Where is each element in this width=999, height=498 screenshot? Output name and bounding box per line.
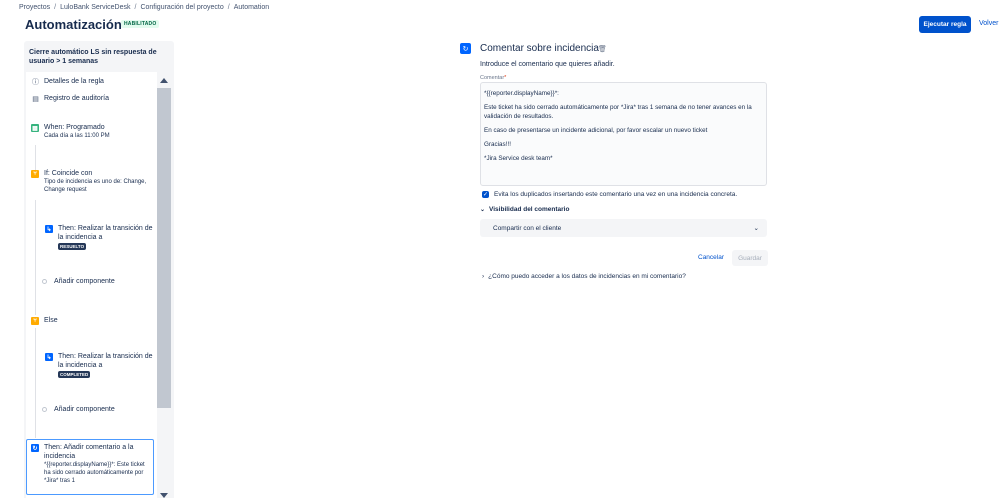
rule-details-label: Detalles de la regla (44, 78, 104, 85)
rule-name: Cierre automático LS sin respuesta de us… (29, 49, 157, 65)
chevron-down-icon: ⌄ (753, 225, 759, 232)
connector-line (35, 200, 36, 315)
add-component-button[interactable]: Añadir componente (42, 406, 115, 413)
dedupe-checkbox-label: Evita los duplicados insertando este com… (494, 191, 738, 198)
transition-step-completed[interactable]: ↳ Then: Realizar la transición de la inc… (45, 352, 153, 378)
add-component-button[interactable]: Añadir componente (42, 278, 115, 285)
trigger-step[interactable]: ▦ When: Programado Cada día a las 11:00 … (31, 123, 151, 140)
breadcrumb-separator: / (134, 4, 137, 11)
breadcrumb-separator: / (54, 4, 57, 11)
else-step[interactable]: ⑂ Else (31, 316, 151, 325)
audit-log-label: Registro de auditoría (44, 95, 109, 102)
rule-panel: Cierre automático LS sin respuesta de us… (24, 41, 174, 498)
add-component-label: Añadir componente (54, 406, 115, 413)
comment-field-label: Comentar* (480, 75, 506, 81)
breadcrumb-automation[interactable]: Automation (234, 4, 269, 11)
audit-log-item[interactable]: ▤ Registro de auditoría (32, 95, 109, 103)
comment-line: *Jira Service desk team* (484, 155, 553, 162)
comment-line: Gracias!!! (484, 141, 511, 148)
comment-step[interactable]: ↻ Then: Añadir comentario a la incidenci… (31, 443, 149, 485)
cancel-button[interactable]: Cancelar (698, 254, 724, 261)
scrollbar-thumb[interactable] (157, 88, 171, 408)
faq-expander[interactable]: › ¿Cómo puedo acceder a los datos de inc… (482, 273, 686, 280)
editor-description: Introduce el comentario que quieres añad… (480, 61, 615, 68)
condition-subtitle: Tipo de incidencia es uno de: Change, Ch… (44, 179, 147, 193)
comment-line: *{{reporter.displayName}}*: (484, 90, 559, 97)
condition-title: If: Coincide con (44, 170, 93, 177)
trash-icon[interactable]: 🗑 (598, 45, 607, 53)
faq-label: ¿Cómo puedo acceder a los datos de incid… (488, 273, 686, 280)
trigger-title: When: Programado (44, 124, 105, 131)
required-mark: * (504, 75, 507, 81)
branch-icon: ⑂ (31, 317, 39, 325)
transition-title: Then: Realizar la transición de la incid… (58, 353, 153, 369)
comment-line: En caso de presentarse un incidente adic… (484, 127, 708, 134)
comment-step-subtitle: *{{reporter.displayName}}*: Este ticket … (44, 462, 145, 484)
comment-action-icon: ↻ (460, 43, 471, 54)
checkbox-checked-icon[interactable]: ✓ (482, 191, 489, 198)
connector-line (35, 328, 36, 438)
comment-action-icon: ↻ (31, 444, 39, 452)
branch-icon: ⑂ (31, 170, 39, 178)
condition-step[interactable]: ⑂ If: Coincide con Tipo de incidencia es… (31, 169, 151, 194)
chevron-down-icon: ⌄ (480, 207, 486, 213)
breadcrumb: Proyectos / LuloBank ServiceDesk / Configura… (19, 4, 269, 11)
transition-step-resolved[interactable]: ↳ Then: Realizar la transición de la inc… (45, 224, 153, 250)
save-button[interactable]: Guardar (732, 250, 768, 266)
document-icon: ▤ (32, 95, 39, 103)
visibility-select-value: Compartir con el cliente (493, 224, 562, 232)
transition-icon: ↳ (45, 225, 53, 233)
add-component-dot-icon (42, 407, 47, 412)
status-badge: HABILITADO (121, 20, 160, 28)
chevron-right-icon: › (482, 273, 485, 280)
comment-field-label-text: Comentar (480, 75, 505, 81)
visibility-toggle[interactable]: ⌄ Visibilidad del comentario (480, 206, 569, 213)
transition-title: Then: Realizar la transición de la incid… (58, 225, 153, 241)
visibility-select[interactable]: Compartir con el cliente ⌄ (480, 219, 767, 237)
add-component-label: Añadir componente (54, 278, 115, 285)
status-tag-completed: COMPLETED (58, 371, 91, 378)
calendar-icon: ▦ (31, 124, 39, 132)
else-label: Else (44, 317, 58, 324)
comment-step-title: Then: Añadir comentario a la incidencia (44, 444, 134, 460)
transition-icon: ↳ (45, 353, 53, 361)
status-tag-resolved: RESUELTO (58, 243, 87, 250)
rule-details-item[interactable]: ⓘ Detalles de la regla (32, 78, 104, 86)
dedupe-checkbox-row[interactable]: ✓ Evita los duplicados insertando este c… (482, 191, 737, 198)
info-icon: ⓘ (32, 78, 39, 86)
editor-title: Comentar sobre incidencia (480, 43, 599, 54)
page-title: Automatización (25, 17, 122, 32)
connector-line (35, 145, 36, 170)
breadcrumb-project-settings[interactable]: Configuración del proyecto (140, 4, 223, 11)
breadcrumb-separator: / (227, 4, 230, 11)
breadcrumb-projects[interactable]: Proyectos (19, 4, 50, 11)
run-rule-button[interactable]: Ejecutar regla (919, 16, 971, 33)
breadcrumb-project[interactable]: LuloBank ServiceDesk (60, 4, 130, 11)
add-component-dot-icon (42, 279, 47, 284)
trigger-subtitle: Cada día a las 11:00 PM (44, 133, 110, 139)
back-link[interactable]: Volver (979, 20, 998, 27)
visibility-label: Visibilidad del comentario (489, 206, 570, 213)
comment-textarea[interactable]: *{{reporter.displayName}}*: Este ticket … (480, 82, 767, 186)
scroll-down-arrow-icon[interactable] (160, 493, 168, 498)
scroll-up-arrow-icon[interactable] (160, 78, 168, 83)
comment-line: Este ticket ha sido cerrado automáticame… (484, 104, 752, 120)
